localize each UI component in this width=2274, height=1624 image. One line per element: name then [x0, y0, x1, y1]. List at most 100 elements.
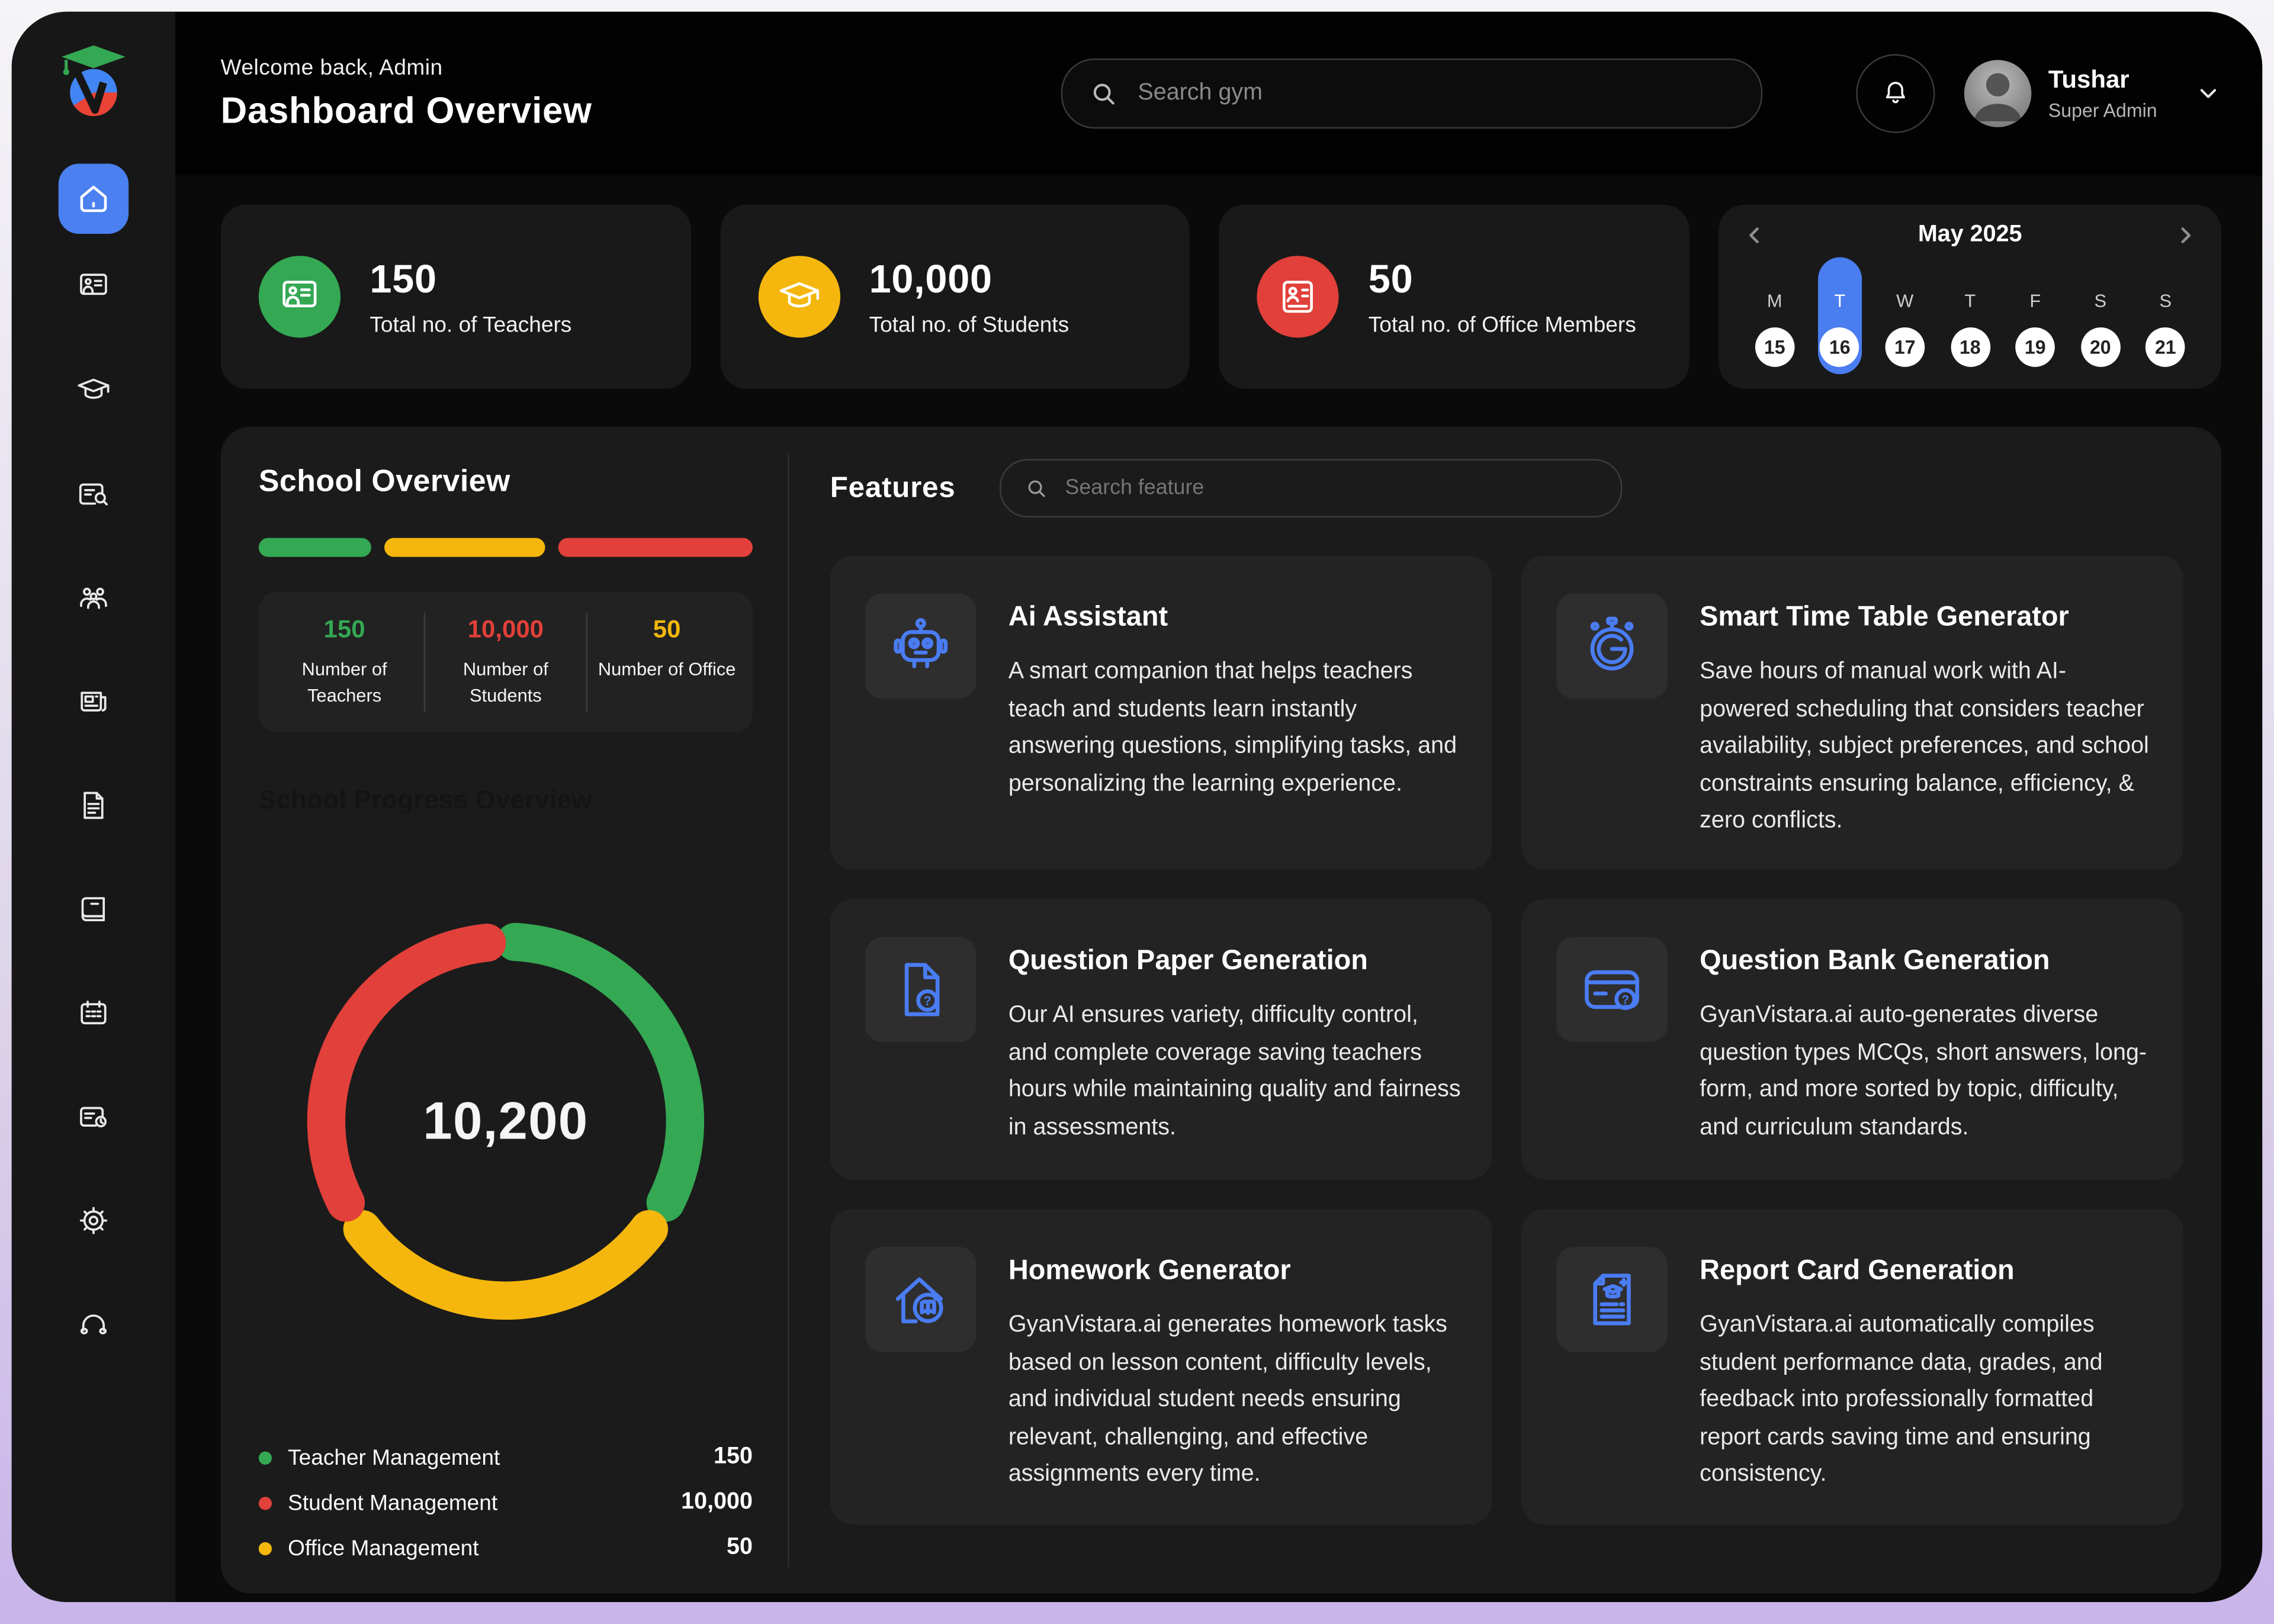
stat-row: 150 Total no. of Teachers [221, 205, 2222, 389]
sidebar-item-support[interactable] [76, 1307, 111, 1342]
feature-description: Our AI ensures variety, difficulty contr… [1008, 997, 1463, 1147]
welcome-text: Welcome back, Admin [221, 55, 592, 80]
calendar-date[interactable]: 20 [2080, 327, 2120, 367]
card-clock-icon [76, 1099, 111, 1134]
page-background: Welcome back, Admin Dashboard Overview [0, 0, 2274, 1624]
overview-stat-value: 10,000 [432, 615, 580, 644]
legend-dot [259, 1496, 272, 1509]
sidebar-item-news[interactable] [76, 684, 111, 719]
student-stat-icon [758, 256, 840, 337]
calendar-day-column[interactable]: T16 [1807, 258, 1872, 375]
search-icon [1088, 79, 1117, 108]
avatar [1964, 60, 2031, 127]
progress-pill [558, 538, 753, 557]
feature-title: Homework Generator [1008, 1256, 1463, 1288]
calendar-date[interactable]: 19 [2015, 327, 2055, 367]
calendar-date[interactable]: 18 [1950, 327, 1990, 367]
donut-legend: Teacher Management 150 Student Managemen… [259, 1425, 753, 1561]
feature-search-input[interactable] [1062, 475, 1597, 501]
teacher-board-icon [76, 269, 111, 304]
doc-question-icon: ? [865, 937, 977, 1043]
feature-card-homework-generator[interactable]: Homework Generator GyanVistara.ai genera… [830, 1209, 1492, 1525]
feature-title: Ai Assistant [1008, 602, 1463, 634]
calendar-prev-icon[interactable] [1742, 222, 1768, 248]
sidebar-item-exam-search[interactable] [76, 477, 111, 512]
feature-card-smart-time-table[interactable]: Smart Time Table Generator Save hours of… [1521, 555, 2183, 870]
sidebar-item-documents[interactable] [76, 788, 111, 823]
user-role: Super Admin [2048, 99, 2157, 121]
overview-stats-box: 150 Number of Teachers 10,000 Number of … [259, 592, 753, 733]
progress-pill [385, 538, 545, 557]
gear-icon [76, 1203, 111, 1238]
sidebar-item-calendar[interactable] [76, 995, 111, 1030]
legend-row: Student Management 10,000 [259, 1490, 753, 1516]
legend-value: 150 [714, 1444, 753, 1470]
sidebar-item-home[interactable] [59, 164, 129, 234]
sidebar-item-students[interactable] [76, 373, 111, 408]
donut-chart: 10,200 [294, 909, 718, 1333]
sidebar [12, 12, 175, 1602]
main-panel: School Overview 150 Number of Teachers [221, 427, 2222, 1593]
global-search[interactable] [1061, 59, 1762, 129]
sidebar-item-teachers[interactable] [76, 269, 111, 304]
stat-label: Total no. of Office Members [1369, 312, 1636, 337]
header: Welcome back, Admin Dashboard Overview [175, 12, 2262, 176]
chevron-down-icon[interactable] [2195, 81, 2221, 107]
feature-description: GyanVistara.ai automatically compiles st… [1700, 1307, 2154, 1494]
sidebar-item-settings[interactable] [76, 1203, 111, 1238]
book-icon [76, 892, 111, 927]
feature-card-ai-assistant[interactable]: Ai Assistant A smart companion that help… [830, 555, 1492, 870]
sidebar-item-schedule[interactable] [76, 1099, 111, 1134]
calendar-day-label: M [1767, 291, 1782, 311]
feature-grid: Ai Assistant A smart companion that help… [830, 555, 2183, 1564]
sidebar-item-staff[interactable] [76, 580, 111, 615]
legend-value: 50 [727, 1535, 753, 1561]
calendar-day-label: T [1964, 291, 1976, 311]
legend-label: Office Management [288, 1536, 478, 1561]
stat-label: Total no. of Teachers [370, 312, 571, 337]
stat-value: 50 [1369, 256, 1636, 302]
calendar-day-column[interactable]: T 18 [1938, 258, 2003, 375]
feature-card-report-card[interactable]: Report Card Generation GyanVistara.ai au… [1521, 1209, 2183, 1525]
notifications-button[interactable] [1855, 54, 1934, 133]
progress-overview-watermark: School Progress Overview [259, 785, 753, 816]
calendar-next-icon[interactable] [2172, 222, 2198, 248]
sidebar-item-library[interactable] [76, 892, 111, 927]
features-section: Features [789, 427, 2222, 1593]
legend-label: Student Management [288, 1490, 497, 1515]
calendar-date[interactable]: 17 [1885, 327, 1925, 367]
calendar-week: M 15 T16 W17 T 18 F 19 S20 S 21 [1742, 258, 2198, 375]
user-menu[interactable]: Tushar Super Admin [1964, 60, 2221, 127]
feature-card-question-paper[interactable]: ? Question Paper Generation Our AI ensur… [830, 899, 1492, 1179]
card-search-icon [76, 477, 111, 512]
app-window: Welcome back, Admin Dashboard Overview [12, 12, 2263, 1602]
svg-text:?: ? [1621, 993, 1629, 1007]
bell-icon [1879, 78, 1911, 110]
school-overview-title: School Overview [259, 465, 753, 500]
calendar-day-label: S [2160, 291, 2172, 311]
teacher-stat-icon [259, 256, 341, 337]
page-title: Dashboard Overview [221, 90, 592, 133]
feature-search[interactable] [999, 459, 1621, 517]
legend-row: Office Management 50 [259, 1535, 753, 1561]
legend-value: 10,000 [681, 1490, 753, 1516]
stat-value: 150 [370, 256, 571, 302]
global-search-input[interactable] [1135, 79, 1734, 108]
search-icon [1024, 477, 1047, 500]
calendar-day-column[interactable]: W17 [1872, 258, 1938, 375]
calendar-day-label: F [2029, 291, 2041, 311]
calendar-day-column[interactable]: S 21 [2133, 258, 2198, 375]
features-title: Features [830, 471, 956, 505]
overview-stat-label: Number of Teachers [271, 657, 419, 709]
feature-card-question-bank[interactable]: ? Question Bank Generation GyanVistara.a… [1521, 899, 2183, 1179]
stat-label: Total no. of Students [869, 312, 1069, 337]
progress-pill [259, 538, 372, 557]
donut-total: 10,200 [294, 909, 718, 1333]
calendar-day-column[interactable]: F 19 [2003, 258, 2068, 375]
calendar-date[interactable]: 21 [2145, 327, 2185, 367]
calendar-date[interactable]: 15 [1755, 327, 1794, 367]
stat-card-teachers: 150 Total no. of Teachers [221, 205, 691, 389]
calendar-day-column[interactable]: S20 [2068, 258, 2133, 375]
stopwatch-icon [1556, 593, 1668, 699]
calendar-day-column[interactable]: M 15 [1742, 258, 1807, 375]
